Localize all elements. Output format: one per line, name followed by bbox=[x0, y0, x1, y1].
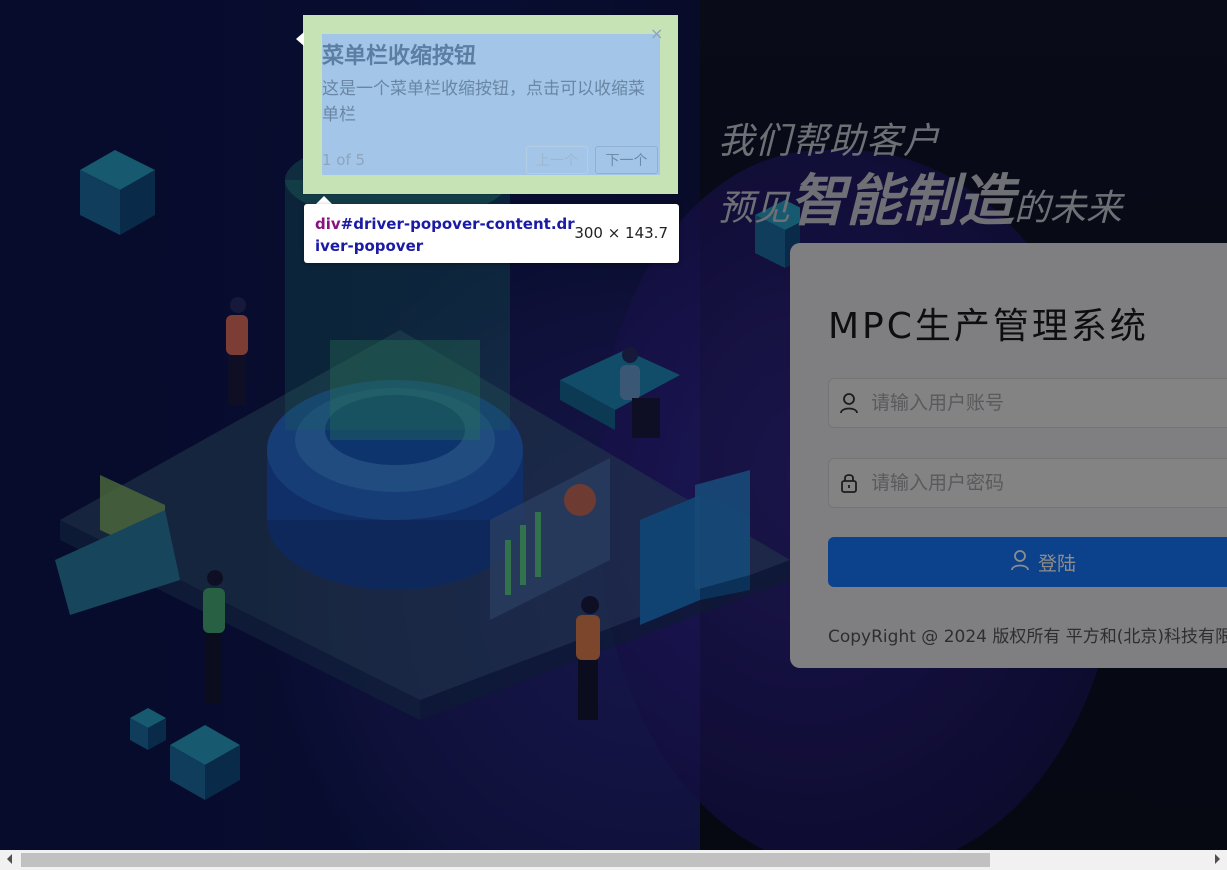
popover-next-button[interactable]: 下一个 bbox=[595, 146, 658, 174]
tooltip-size: 300 × 143.7 bbox=[574, 224, 668, 242]
tooltip-tag: div bbox=[315, 215, 341, 233]
devtools-element-tooltip: div#driver-popover-content.driver-popove… bbox=[304, 204, 679, 263]
popover-title: 菜单栏收缩按钮 bbox=[322, 44, 477, 69]
popover-description: 这是一个菜单栏收缩按钮，点击可以收缩菜单栏 bbox=[322, 79, 645, 125]
tooltip-selector: div#driver-popover-content.driver-popove… bbox=[315, 213, 577, 257]
popover-arrow bbox=[296, 32, 304, 46]
devtools-tooltip-arrow bbox=[316, 196, 332, 204]
close-icon[interactable]: × bbox=[650, 24, 663, 43]
horizontal-scrollbar[interactable] bbox=[0, 850, 1227, 870]
scroll-left-arrow-icon[interactable] bbox=[7, 854, 12, 864]
scrollbar-thumb[interactable] bbox=[21, 853, 990, 867]
popover-progress: 1 of 5 bbox=[322, 151, 366, 169]
tooltip-selector-text: #driver-popover-content.driver-popover bbox=[315, 215, 575, 255]
scroll-right-arrow-icon[interactable] bbox=[1215, 854, 1220, 864]
login-page-background: 我们帮助客户 预见智能制造的未来 MPC生产管理系统 登陆 CopyRight … bbox=[0, 0, 1227, 850]
popover-prev-button[interactable]: 上一个 bbox=[526, 146, 588, 174]
